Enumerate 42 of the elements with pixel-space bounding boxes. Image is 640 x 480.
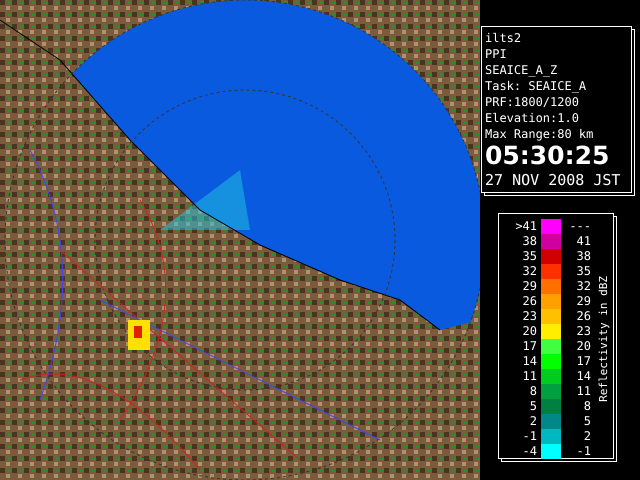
legend-value: 11 (522, 369, 538, 384)
legend-value: 20 (522, 324, 538, 339)
legend-value: 35 (522, 249, 538, 264)
legend-value: 2 (582, 429, 592, 444)
legend-value: 8 (582, 399, 592, 414)
legend-value: 17 (522, 339, 538, 354)
legend-value: -1 (522, 429, 538, 444)
legend-value: 29 (576, 294, 592, 309)
time-text: 05:30:25 (485, 142, 610, 170)
legend-value: 38 (576, 249, 592, 264)
legend-value: >41 (514, 219, 538, 234)
legend-value: 26 (522, 294, 538, 309)
legend-value: 8 (528, 384, 538, 399)
legend-value: 41 (576, 234, 592, 249)
info-text: ilts2 (485, 30, 522, 46)
legend-value: 26 (576, 309, 592, 324)
legend-value: 35 (576, 264, 592, 279)
legend-value: 32 (522, 264, 538, 279)
legend-value: 29 (522, 279, 538, 294)
legend-value: 5 (582, 414, 592, 429)
legend-value: 5 (528, 399, 538, 414)
info-text: Max Range:80 km (485, 126, 594, 142)
legend-value: -4 (522, 444, 538, 459)
legend-value: 23 (576, 324, 592, 339)
legend-value: 14 (522, 354, 538, 369)
info-text: SEAICE_A_Z (485, 62, 558, 78)
legend-value: 2 (528, 414, 538, 429)
legend-value: 38 (522, 234, 538, 249)
legend-value: 20 (576, 339, 592, 354)
legend-value: 17 (576, 354, 592, 369)
legend-value: 11 (576, 384, 592, 399)
info-text: Task: SEAICE_A (485, 78, 588, 94)
info-text: PPI (485, 46, 508, 62)
legend-title: Reflectivity in dBZ (597, 276, 610, 402)
date-text: 27 NOV 2008 JST (485, 170, 622, 190)
legend-value: 23 (522, 309, 538, 324)
legend-value: 14 (576, 369, 592, 384)
info-text: PRF:1800/1200 (485, 94, 580, 110)
info-text: Elevation:1.0 (485, 110, 580, 126)
legend-value: -1 (576, 444, 592, 459)
legend-value: --- (568, 219, 592, 234)
legend-value: 32 (576, 279, 592, 294)
